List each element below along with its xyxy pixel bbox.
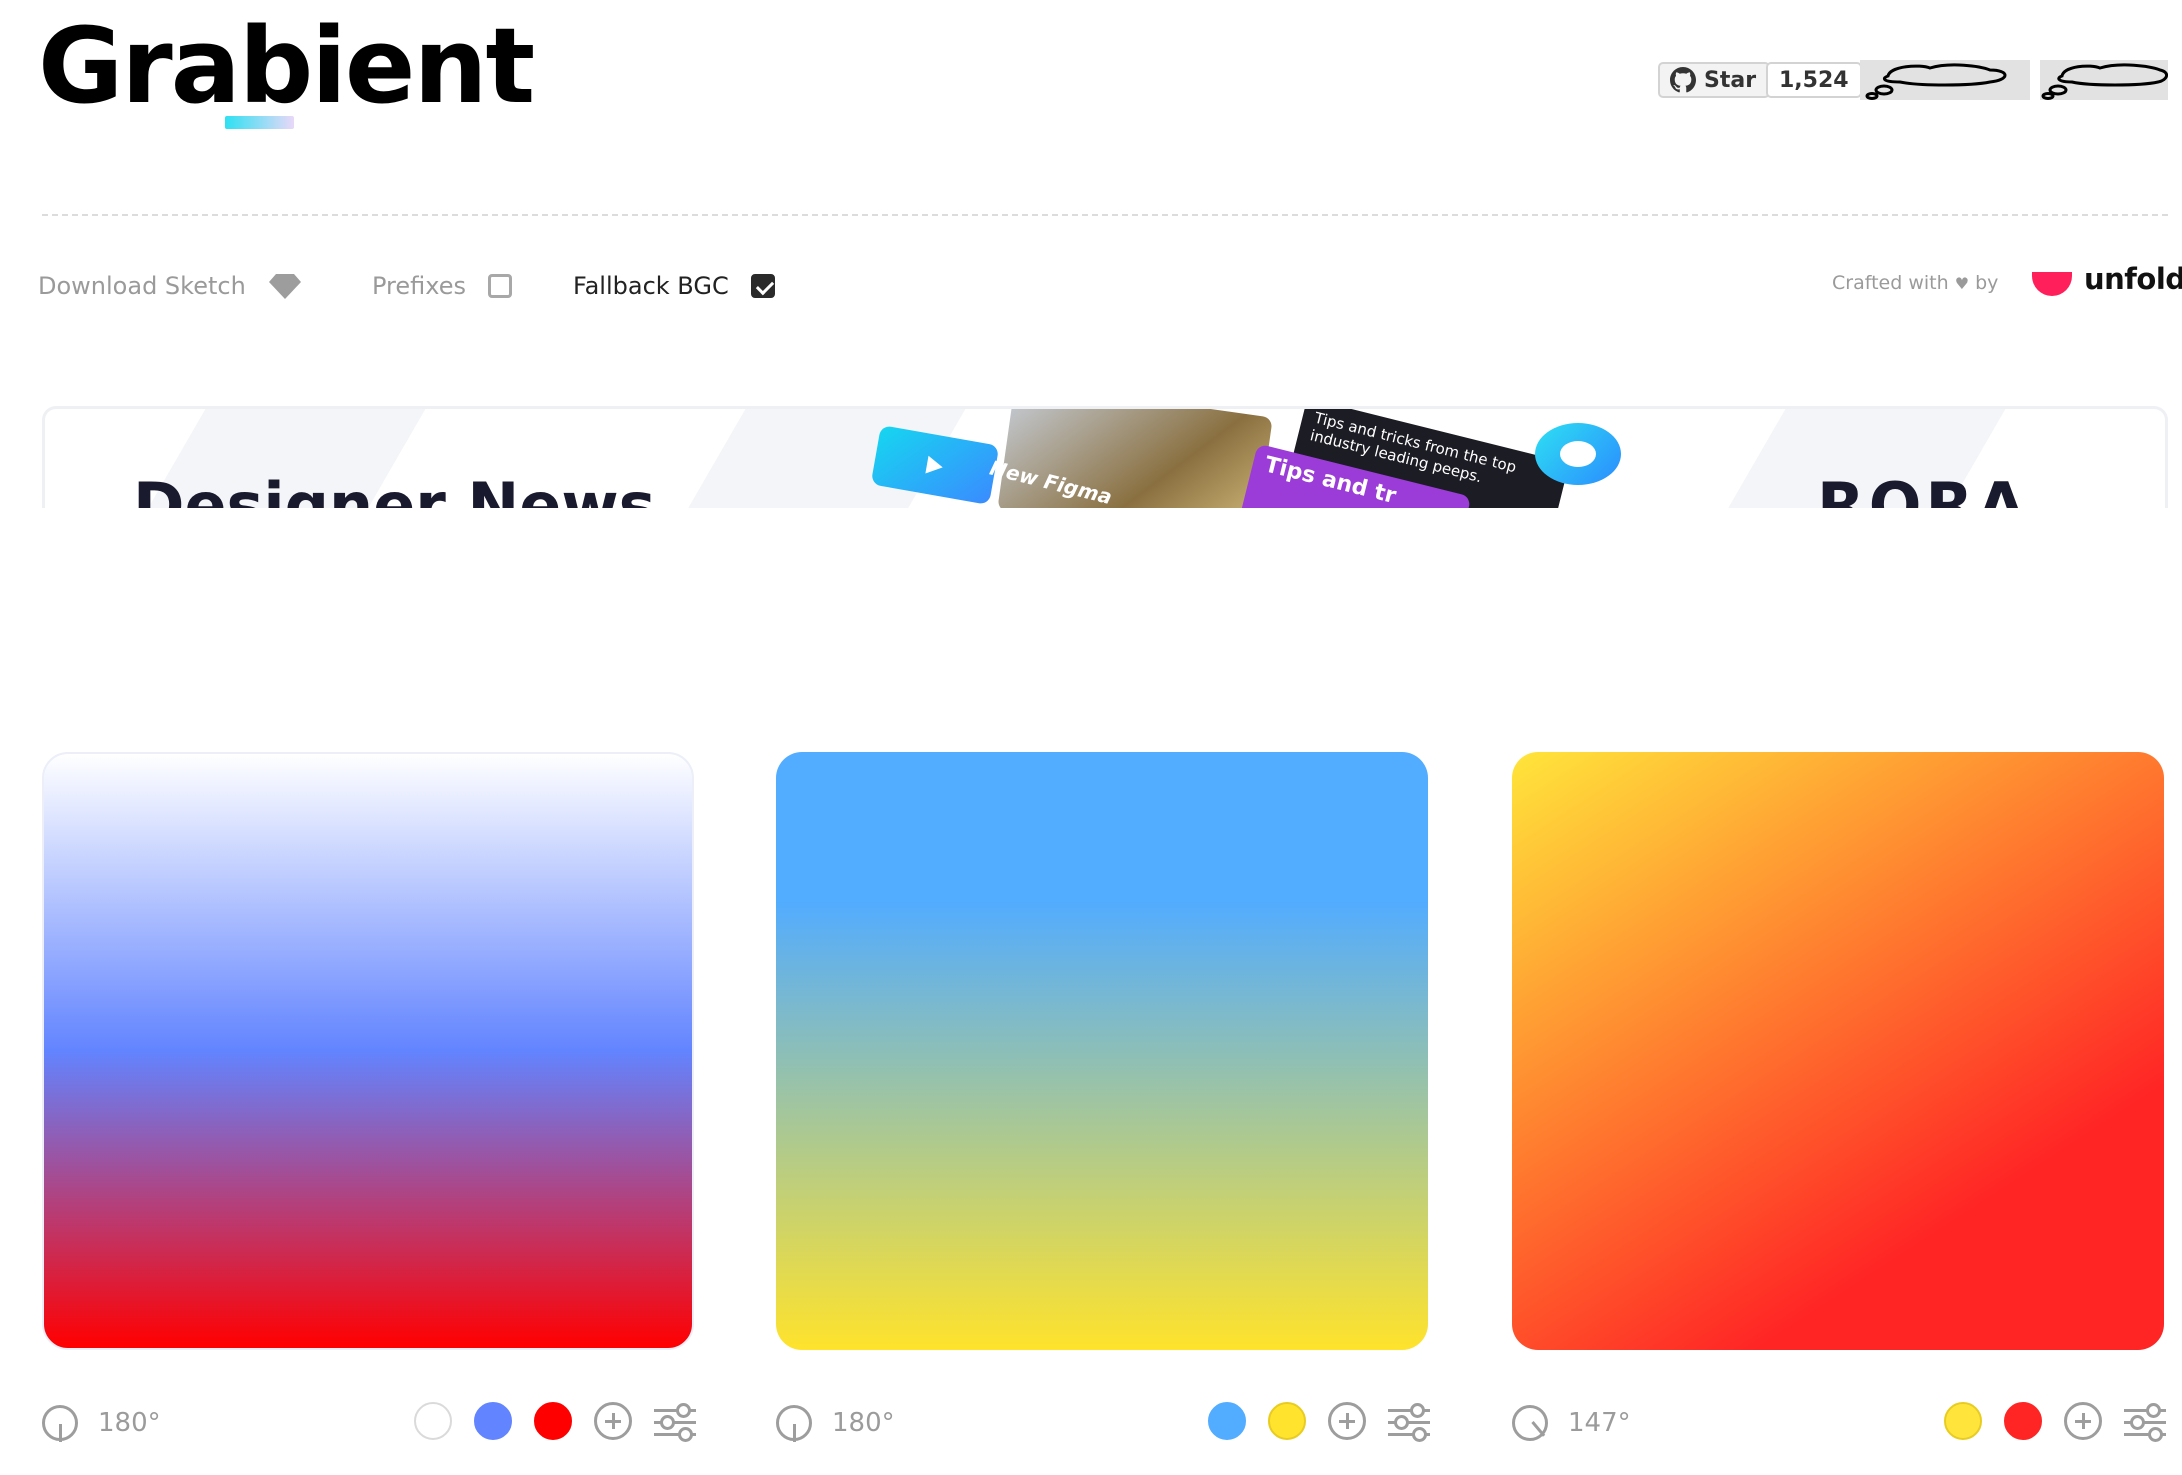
angle-icon [776,1405,812,1442]
color-stop-swatch[interactable] [414,1402,452,1440]
angle-control[interactable]: 180° [42,1402,161,1444]
crafted-by-label: by [1975,272,1999,294]
gradient-card-2[interactable] [776,752,1428,1350]
share-button-2[interactable] [2040,60,2168,100]
add-stop-icon[interactable] [2064,1402,2102,1440]
angle-icon [1512,1405,1548,1441]
add-stop-icon[interactable] [1328,1402,1366,1440]
download-sketch-label: Download Sketch [38,272,246,300]
logo: Grabient [38,5,535,127]
angle-value: 147° [1568,1408,1631,1438]
angle-value: 180° [98,1408,161,1438]
header-divider [42,214,2168,216]
download-sketch-button[interactable]: Download Sketch [38,268,302,304]
unfold-brand-link[interactable]: unfold [2084,262,2182,296]
banner-brand: RORA [1817,469,2030,508]
angle-control[interactable]: 147° [1512,1402,1631,1444]
color-stop-swatch[interactable] [534,1402,572,1440]
share-button-1[interactable] [1860,60,2030,100]
cloud-icon [1865,63,2007,100]
ad-banner[interactable]: Designer News New Figma Tips and tricks … [42,406,2168,508]
heart-icon: ♥ [1954,274,1970,293]
github-star-button[interactable]: Star [1658,62,1771,98]
github-icon [1670,67,1696,93]
fallback-bgc-checkbox[interactable] [750,274,775,298]
logo-underline [225,116,294,129]
cloud-icon [2041,63,2168,100]
gradient-card-3[interactable] [1512,752,2164,1350]
github-star-label: Star [1704,67,1757,93]
sketch-diamond-icon [268,274,301,299]
prefixes-label: Prefixes [372,272,467,300]
settings-sliders-icon[interactable] [1388,1402,1430,1442]
fallback-bgc-label: Fallback BGC [573,272,729,300]
angle-control[interactable]: 180° [776,1402,895,1444]
color-stop-swatch[interactable] [474,1402,512,1440]
banner-title: Designer News [133,469,656,508]
angle-icon [42,1405,78,1442]
fallback-bgc-toggle[interactable]: Fallback BGC [573,268,775,304]
settings-sliders-icon[interactable] [2124,1402,2166,1442]
color-stop-swatch[interactable] [1208,1402,1246,1440]
prefixes-checkbox[interactable] [488,274,513,298]
chat-bubble-icon [1535,423,1621,485]
github-star-count[interactable]: 1,524 [1766,62,1862,98]
color-stop-swatch[interactable] [1944,1402,1982,1440]
crafted-label: Crafted with [1832,272,1949,294]
gradient-card-1[interactable] [42,752,694,1350]
add-stop-icon[interactable] [594,1402,632,1440]
color-stop-swatch[interactable] [2004,1402,2042,1440]
unfold-logo-icon[interactable] [2032,272,2072,296]
color-stop-swatch[interactable] [1268,1402,1306,1440]
settings-sliders-icon[interactable] [654,1402,696,1442]
angle-value: 180° [832,1408,895,1438]
prefixes-toggle[interactable]: Prefixes [372,268,513,304]
crafted-with-text: Crafted with ♥ by [1832,272,1998,294]
